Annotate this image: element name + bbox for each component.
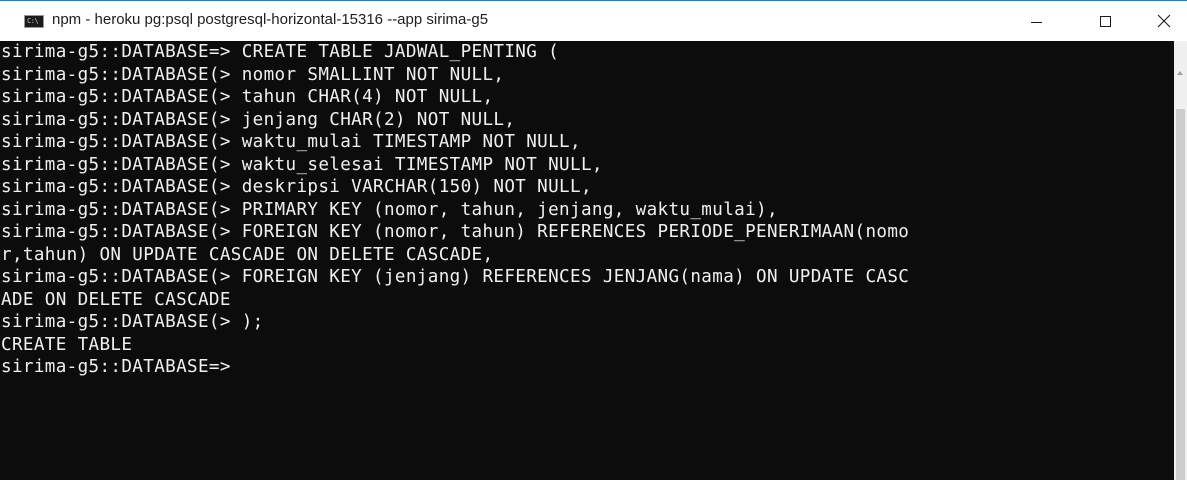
console-line: sirima-g5::DATABASE(> waktu_mulai TIMEST… bbox=[1, 132, 581, 152]
maximize-icon bbox=[1099, 15, 1111, 27]
minimize-icon bbox=[1030, 21, 1042, 23]
scrollbar-thumb[interactable] bbox=[1176, 109, 1185, 480]
scroll-up-arrow-icon[interactable] bbox=[1177, 71, 1183, 75]
console-line: ADE ON DELETE CASCADE bbox=[1, 289, 231, 310]
console-window: C:\ npm - heroku pg:psql postgresql-hori… bbox=[0, 0, 1187, 480]
console-line: sirima-g5::DATABASE(> ); bbox=[1, 312, 264, 332]
console-line: r,tahun) ON UPDATE CASCADE ON DELETE CAS… bbox=[1, 244, 494, 265]
maximize-button[interactable] bbox=[1082, 1, 1128, 41]
console-line: sirima-g5::DATABASE(> FOREIGN KEY (nomor… bbox=[1, 222, 910, 242]
title-bar[interactable]: C:\ npm - heroku pg:psql postgresql-hori… bbox=[0, 1, 1187, 41]
console-line: CREATE TABLE bbox=[1, 334, 133, 355]
window-title: npm - heroku pg:psql postgresql-horizont… bbox=[52, 11, 489, 28]
console-line: sirima-g5::DATABASE(> PRIMARY KEY (nomor… bbox=[1, 199, 778, 220]
console-line: sirima-g5::DATABASE(> waktu_selesai TIME… bbox=[1, 154, 603, 175]
close-icon bbox=[1157, 14, 1171, 28]
console-line: sirima-g5::DATABASE(> tahun CHAR(4) NOT … bbox=[1, 87, 494, 107]
console-line: sirima-g5::DATABASE=> CREATE TABLE JADWA… bbox=[1, 42, 560, 62]
close-button[interactable] bbox=[1141, 1, 1187, 41]
console-window-icon[interactable]: C:\ bbox=[24, 15, 44, 28]
minimize-button[interactable] bbox=[1013, 1, 1059, 41]
console-output[interactable]: sirima-g5::DATABASE=> CREATE TABLE JADWA… bbox=[0, 41, 1174, 480]
console-line: sirima-g5::DATABASE(> nomor SMALLINT NOT… bbox=[1, 64, 505, 85]
console-prompt[interactable]: sirima-g5::DATABASE=> bbox=[0, 356, 1174, 379]
console-line: sirima-g5::DATABASE(> jenjang CHAR(2) NO… bbox=[1, 109, 516, 130]
console-line: sirima-g5::DATABASE(> FOREIGN KEY (jenja… bbox=[1, 267, 910, 287]
vertical-scrollbar[interactable] bbox=[1174, 41, 1187, 480]
console-line: sirima-g5::DATABASE(> deskripsi VARCHAR(… bbox=[1, 177, 592, 197]
